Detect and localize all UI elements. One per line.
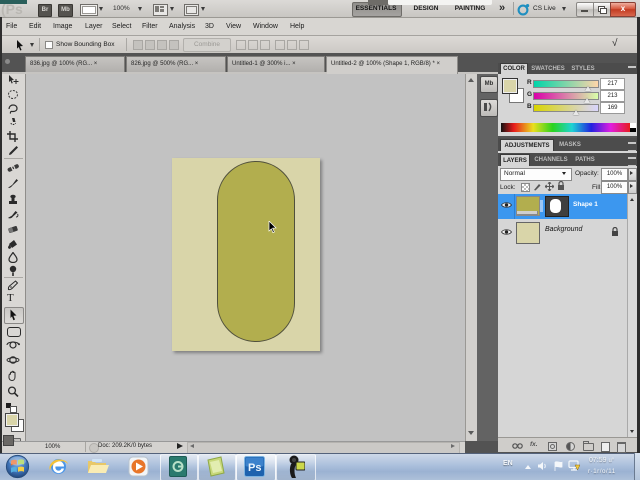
svg-text:Ps: Ps [248, 462, 261, 474]
